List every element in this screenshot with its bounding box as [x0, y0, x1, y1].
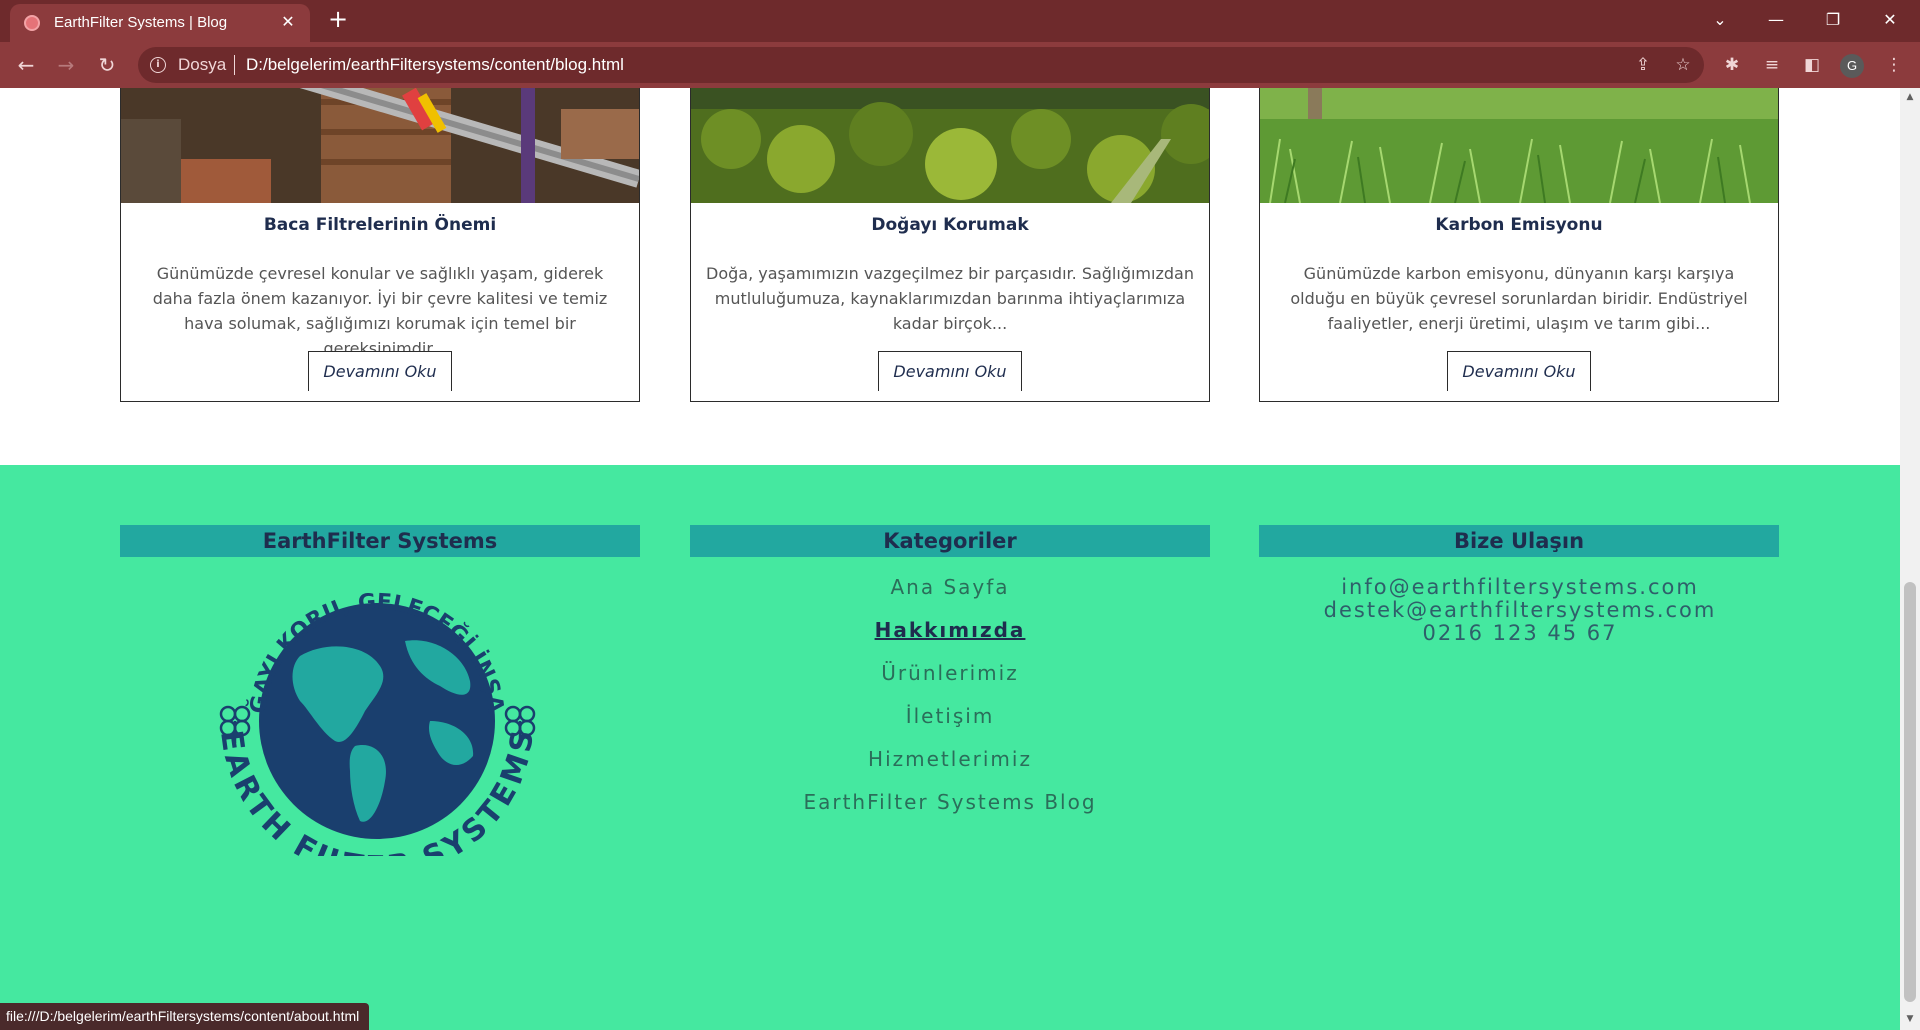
address-bar[interactable]: i Dosya D:/belgelerim/earthFiltersystems… — [138, 47, 1704, 83]
blog-card: Baca Filtrelerinin Önemi Günümüzde çevre… — [120, 88, 640, 402]
minimize-window-button[interactable]: — — [1758, 6, 1794, 34]
active-tab[interactable]: EarthFilter Systems | Blog ✕ — [10, 4, 310, 42]
forest-image — [691, 88, 1209, 203]
footer-contact-heading: Bize Ulaşın — [1259, 525, 1779, 557]
kebab-menu-icon[interactable]: ⋮ — [1882, 53, 1906, 77]
grass-field-image — [1260, 88, 1778, 203]
site-info-icon[interactable]: i — [150, 57, 166, 73]
scroll-up-arrow-icon[interactable]: ▲ — [1900, 92, 1920, 104]
extensions-puzzle-icon[interactable]: ✱ — [1720, 53, 1744, 77]
bookmark-star-icon[interactable]: ☆ — [1672, 54, 1694, 76]
footer-brand-heading: EarthFilter Systems — [120, 525, 640, 557]
card-excerpt: Doğa, yaşamımızın vazgeçilmez bir parças… — [706, 264, 1194, 333]
address-separator — [234, 55, 235, 75]
footer-link-about[interactable]: Hakkımızda — [690, 618, 1210, 642]
media-control-icon[interactable]: ≡ — [1760, 53, 1784, 77]
footer-link-products[interactable]: Ürünlerimiz — [690, 661, 1210, 685]
footer-link-contact[interactable]: İletişim — [690, 704, 1210, 728]
contact-phone[interactable]: 0216 123 45 67 — [1260, 621, 1780, 645]
scroll-down-arrow-icon[interactable]: ▼ — [1900, 1014, 1920, 1026]
footer-link-home[interactable]: Ana Sayfa — [690, 575, 1210, 599]
site-footer: EarthFilter Systems Kategoriler Bize Ula… — [0, 465, 1900, 1030]
scroll-thumb[interactable] — [1904, 582, 1916, 1002]
tab-title: EarthFilter Systems | Blog — [54, 14, 228, 31]
read-more-button[interactable]: Devamını Oku — [308, 351, 452, 391]
browser-tab-strip: EarthFilter Systems | Blog ✕ + ⌄ — ❐ ✕ — [0, 0, 1920, 42]
page-viewport: Baca Filtrelerinin Önemi Günümüzde çevre… — [0, 88, 1900, 1030]
card-title: Karbon Emisyonu — [1435, 215, 1603, 235]
card-excerpt: Günümüzde karbon emisyonu, dünyanın karş… — [1290, 264, 1748, 333]
card-title: Doğayı Korumak — [871, 215, 1029, 235]
browser-toolbar: ← → ↻ i Dosya D:/belgelerim/earthFilters… — [0, 42, 1920, 88]
new-tab-button[interactable]: + — [326, 7, 350, 32]
footer-link-blog[interactable]: EarthFilter Systems Blog — [690, 790, 1210, 814]
close-tab-icon[interactable]: ✕ — [278, 12, 298, 32]
footer-link-services[interactable]: Hizmetlerimiz — [690, 747, 1210, 771]
url-text[interactable]: D:/belgelerim/earthFiltersystems/content… — [246, 55, 624, 75]
file-scheme-label: Dosya — [178, 55, 227, 74]
share-icon[interactable]: ⇪ — [1632, 54, 1654, 76]
profile-avatar[interactable]: G — [1840, 54, 1864, 78]
footer-categories-heading: Kategoriler — [690, 525, 1210, 557]
globe-favicon-icon — [24, 15, 40, 31]
blog-card: Karbon Emisyonu Günümüzde karbon emisyon… — [1259, 88, 1779, 402]
link-status-bubble: file:///D:/belgelerim/earthFiltersystems… — [0, 1003, 370, 1030]
side-panel-icon[interactable]: ◧ — [1800, 53, 1824, 77]
blog-card: Doğayı Korumak Doğa, yaşamımızın vazgeçi… — [690, 88, 1210, 402]
chimney-filter-image — [121, 88, 639, 203]
card-title: Baca Filtrelerinin Önemi — [263, 215, 497, 235]
reload-icon[interactable]: ↻ — [93, 51, 121, 79]
card-excerpt: Günümüzde çevresel konular ve sağlıklı y… — [152, 264, 608, 358]
contact-email-support[interactable]: destek@earthfiltersystems.com — [1260, 598, 1780, 622]
close-window-button[interactable]: ✕ — [1872, 6, 1908, 34]
page-scrollbar[interactable]: ▲ ▼ — [1900, 88, 1920, 1030]
read-more-button[interactable]: Devamını Oku — [878, 351, 1022, 391]
earthfilter-logo: DOĞAYI KORU, GELECEĞİ İNŞA ET EARTH FILT… — [196, 552, 550, 885]
contact-email-info[interactable]: info@earthfiltersystems.com — [1260, 575, 1780, 599]
forward-arrow-icon[interactable]: → — [52, 51, 80, 79]
tab-search-chevron-icon[interactable]: ⌄ — [1702, 6, 1738, 34]
back-arrow-icon[interactable]: ← — [12, 51, 40, 79]
read-more-button[interactable]: Devamını Oku — [1447, 351, 1591, 391]
restore-window-button[interactable]: ❐ — [1815, 6, 1851, 34]
